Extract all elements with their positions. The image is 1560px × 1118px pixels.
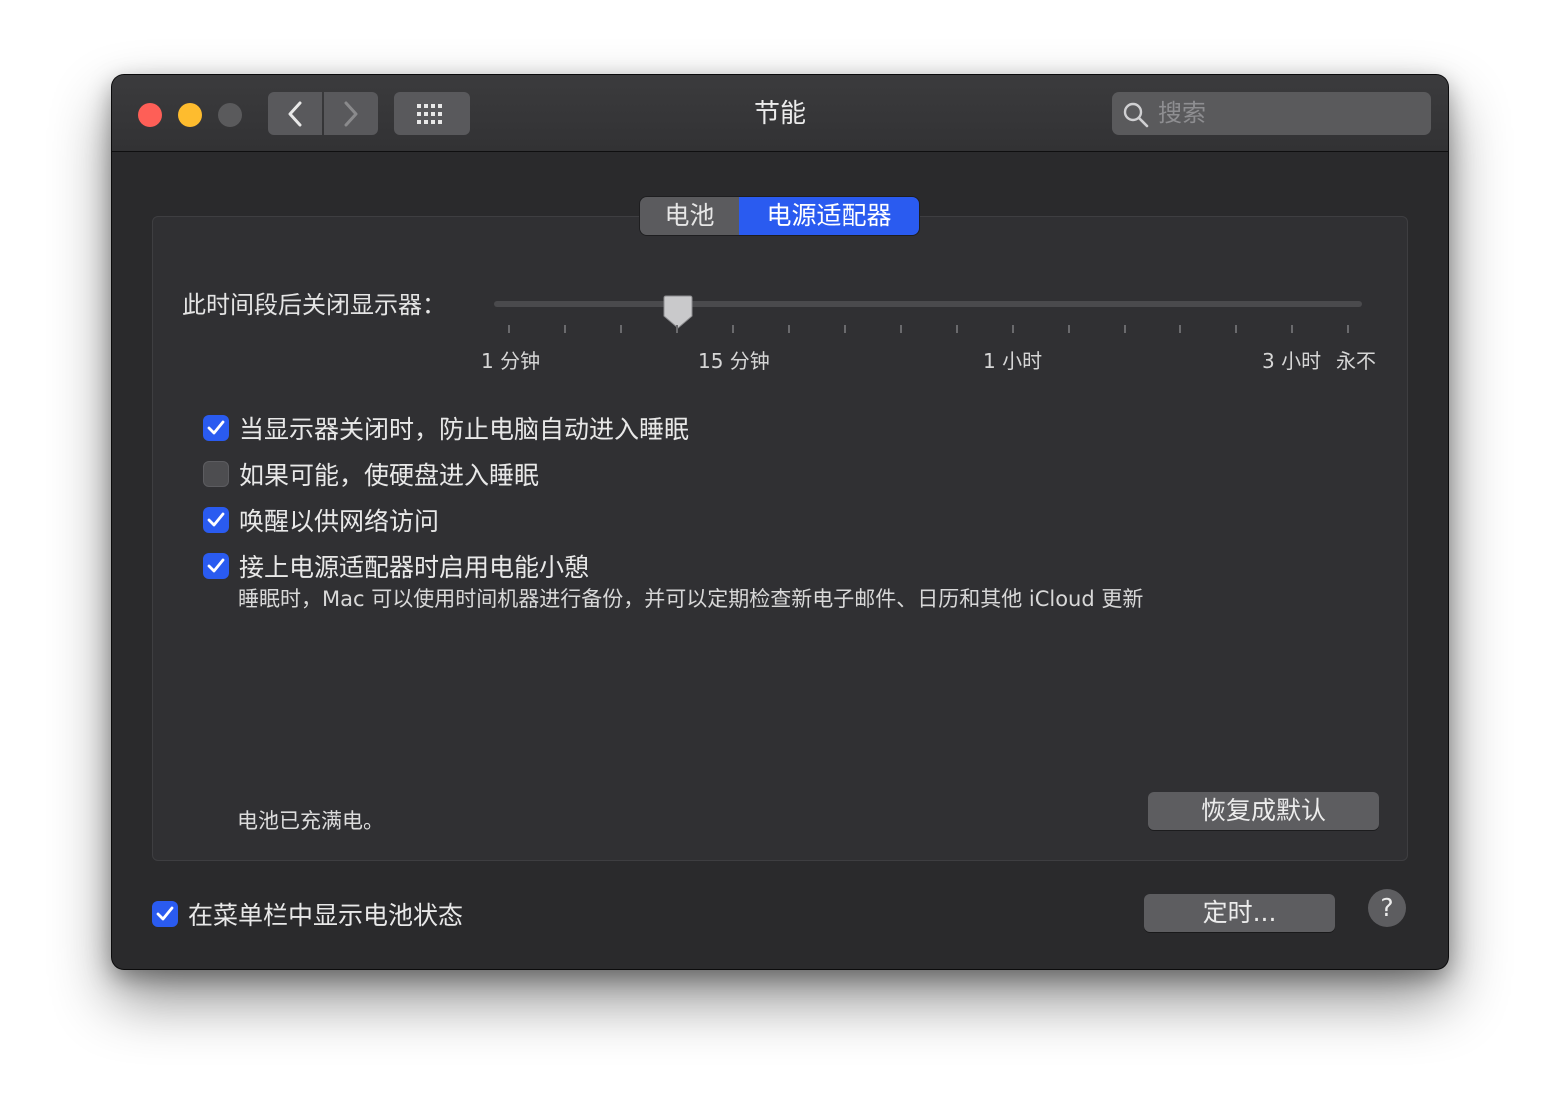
slider-tick: [1124, 325, 1126, 333]
schedule-button[interactable]: 定时...: [1144, 894, 1335, 932]
help-button[interactable]: ?: [1368, 889, 1406, 927]
power-source-tabs: 电池 电源适配器: [640, 197, 919, 235]
title-bar: 节能: [112, 75, 1448, 152]
checkmark-icon: [207, 420, 225, 435]
slider-tick: [676, 325, 678, 333]
battery-status: 电池已充满电。: [237, 809, 384, 833]
restore-defaults-button[interactable]: 恢复成默认: [1148, 792, 1379, 830]
slider-tick: [844, 325, 846, 333]
slider-tick: [1235, 325, 1237, 333]
tick-label-never: 永不: [1336, 349, 1376, 373]
checkbox-wake-network[interactable]: [203, 507, 229, 533]
power-nap-description: 睡眠时，Mac 可以使用时间机器进行备份，并可以定期检查新电子邮件、日历和其他 …: [238, 587, 1144, 611]
slider-tick: [1347, 325, 1349, 333]
slider-tick: [1179, 325, 1181, 333]
tick-label-1-hour: 1 小时: [983, 349, 1043, 373]
slider-tick: [508, 325, 510, 333]
option-label: 如果可能，使硬盘进入睡眠: [239, 461, 540, 490]
checkbox-power-nap[interactable]: [203, 553, 229, 579]
display-sleep-label: 此时间段后关闭显示器：: [182, 291, 446, 319]
slider-tick: [1068, 325, 1070, 333]
checkmark-icon: [156, 906, 174, 921]
search-icon: [1123, 102, 1149, 128]
energy-saver-window: 节能 电池 电源适配器 此时间段后关闭显示器： 1 分钟 15 分钟 1 小时 …: [112, 75, 1448, 969]
option-label: 接上电源适配器时启用电能小憩: [239, 553, 590, 582]
tab-power-adapter[interactable]: 电源适配器: [739, 197, 919, 235]
slider-tick: [1012, 325, 1014, 333]
slider-tick: [956, 325, 958, 333]
slider-tick: [732, 325, 734, 333]
checkbox-disk-sleep[interactable]: [203, 461, 229, 487]
checkmark-icon: [207, 558, 225, 573]
tick-label-1-min: 1 分钟: [481, 349, 541, 373]
search-input[interactable]: [1158, 96, 1418, 130]
checkbox-menubar-battery[interactable]: [152, 901, 178, 927]
option-disk-sleep[interactable]: 如果可能，使硬盘进入睡眠: [203, 456, 539, 492]
option-power-nap[interactable]: 接上电源适配器时启用电能小憩: [203, 548, 589, 584]
tick-label-15-min: 15 分钟: [698, 349, 770, 373]
tab-battery[interactable]: 电池: [640, 197, 739, 235]
checkmark-icon: [207, 512, 225, 527]
slider-tick: [900, 325, 902, 333]
tick-label-3-hours: 3 小时: [1262, 349, 1322, 373]
option-label: 在菜单栏中显示电池状态: [188, 901, 464, 930]
option-label: 唤醒以供网络访问: [239, 507, 440, 536]
option-wake-network[interactable]: 唤醒以供网络访问: [203, 502, 439, 538]
option-menubar-battery[interactable]: 在菜单栏中显示电池状态: [152, 896, 463, 932]
slider-tick: [620, 325, 622, 333]
slider-tick: [564, 325, 566, 333]
display-sleep-slider-track[interactable]: [494, 301, 1362, 307]
slider-thumb[interactable]: [662, 294, 694, 332]
slider-tick: [788, 325, 790, 333]
checkbox-prevent-sleep[interactable]: [203, 415, 229, 441]
slider-tick: [1291, 325, 1293, 333]
option-label: 当显示器关闭时，防止电脑自动进入睡眠: [239, 415, 690, 444]
option-prevent-sleep[interactable]: 当显示器关闭时，防止电脑自动进入睡眠: [203, 410, 689, 446]
search-field[interactable]: [1112, 92, 1431, 135]
